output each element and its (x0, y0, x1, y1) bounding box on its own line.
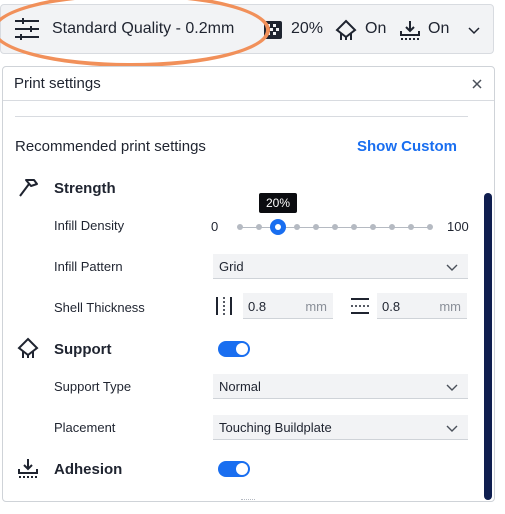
toggle-knob (236, 343, 248, 355)
slider-step (237, 224, 243, 230)
infill-pattern-value: Grid (219, 259, 244, 274)
slider-step (427, 224, 433, 230)
support-summary: On (365, 20, 387, 37)
scrollbar[interactable] (484, 193, 492, 500)
support-title: Support (54, 341, 112, 358)
strength-title: Strength (54, 180, 116, 197)
placement-value: Touching Buildplate (219, 420, 332, 435)
shell-thickness-label: Shell Thickness (54, 300, 145, 315)
resize-handle[interactable] (241, 499, 255, 502)
placement-select[interactable]: Touching Buildplate (213, 415, 468, 440)
support-type-select[interactable]: Normal (213, 374, 468, 399)
slider-tooltip-text: 20% (265, 196, 291, 210)
show-custom-button[interactable]: Show Custom (357, 138, 457, 155)
support-type-value: Normal (219, 379, 261, 394)
slider-step (332, 224, 338, 230)
wall-thickness-icon (214, 295, 234, 317)
slider-step (256, 224, 262, 230)
support-icon (335, 19, 357, 41)
support-icon (17, 337, 39, 359)
adhesion-summary: On (428, 20, 450, 37)
panel-title: Print settings (14, 75, 101, 92)
wall-thickness-value: 0.8 (248, 299, 267, 314)
slider-tooltip: 20% (259, 193, 297, 213)
infill-density-label: Infill Density (54, 218, 125, 233)
top-bottom-thickness-icon (350, 296, 370, 316)
close-icon[interactable] (471, 77, 483, 89)
chevron-down-icon (446, 379, 458, 397)
slider-handle[interactable] (270, 219, 286, 235)
recommended-heading: Recommended print settings (15, 138, 206, 155)
top-bottom-thickness-value: 0.8 (382, 299, 401, 314)
slider-step (389, 224, 395, 230)
slider-step (351, 224, 357, 230)
adhesion-icon (399, 19, 421, 41)
infill-density-slider[interactable]: 20% (237, 193, 433, 235)
placement-label: Placement (54, 420, 116, 435)
slider-handle-center (275, 224, 281, 230)
chevron-down-icon[interactable] (467, 23, 481, 35)
chevron-down-icon (446, 420, 458, 438)
support-type-label: Support Type (54, 379, 132, 394)
slider-step (370, 224, 376, 230)
infill-summary: 20% (291, 20, 324, 37)
wall-thickness-unit: mm (305, 299, 327, 314)
slider-step (408, 224, 414, 230)
annotation-highlight-ring (0, 0, 270, 67)
top-bottom-thickness-unit: mm (439, 299, 461, 314)
adhesion-icon (17, 457, 39, 479)
print-settings-panel: Print settings Recommended print setting… (2, 66, 495, 502)
top-bottom-thickness-input[interactable]: 0.8 mm (377, 293, 467, 319)
chevron-down-icon (446, 259, 458, 277)
divider (15, 116, 468, 117)
support-toggle[interactable] (218, 341, 250, 357)
wall-thickness-input[interactable]: 0.8 mm (243, 293, 333, 319)
slider-step (313, 224, 319, 230)
panel-header: Print settings (3, 67, 494, 101)
toggle-knob (236, 463, 248, 475)
infill-max-label: 100 (447, 219, 469, 234)
adhesion-toggle[interactable] (218, 461, 250, 477)
slider-step (294, 224, 300, 230)
infill-pattern-select[interactable]: Grid (213, 254, 468, 279)
hammer-icon (17, 177, 39, 199)
adhesion-title: Adhesion (54, 461, 123, 478)
infill-pattern-label: Infill Pattern (54, 259, 123, 274)
infill-min-label: 0 (211, 219, 219, 234)
